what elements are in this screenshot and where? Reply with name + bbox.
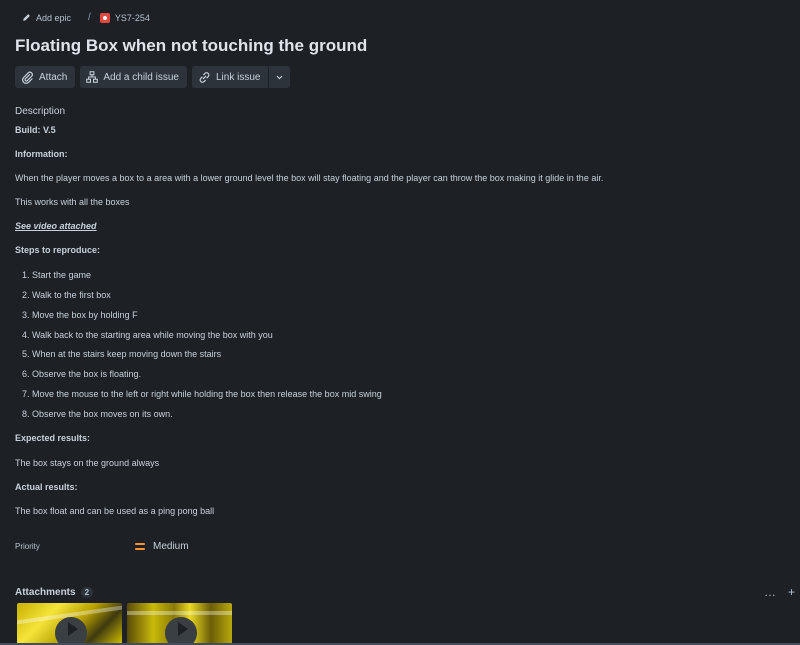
step-item: 1. Start the game: [22, 270, 92, 280]
play-icon[interactable]: [55, 617, 87, 645]
priority-label: Priority: [15, 542, 40, 551]
chevron-down-icon: [277, 75, 283, 79]
add-attachment-icon[interactable]: +: [788, 585, 795, 599]
link-issue-label: Link issue: [215, 71, 261, 83]
breadcrumb-separator: /: [88, 12, 91, 23]
step-item: 4. Walk back to the starting area while …: [22, 330, 273, 340]
more-actions-button[interactable]: [269, 66, 291, 88]
description-label: Description: [15, 106, 66, 117]
step-item: 7. Move the mouse to the left or right w…: [22, 389, 382, 399]
pencil-icon: [23, 14, 30, 21]
bug-icon: [99, 12, 110, 23]
priority-value-label: Medium: [153, 541, 189, 552]
add-child-issue-label: Add a child issue: [103, 71, 179, 83]
steps-heading: Steps to reproduce:: [15, 245, 101, 255]
priority-medium-icon: [135, 543, 145, 550]
attachments-header: Attachments 2: [15, 587, 94, 598]
expected-results-text: The box stays on the ground always: [15, 458, 160, 468]
step-item: 6. Observe the box is floating.: [22, 369, 142, 379]
attach-button[interactable]: Attach: [15, 66, 76, 88]
hierarchy-icon: [86, 71, 99, 83]
breadcrumb: Add epic / YS7-254: [22, 12, 150, 23]
add-epic-link[interactable]: Add epic: [22, 13, 71, 23]
step-item: 5. When at the stairs keep moving down t…: [22, 349, 222, 359]
actual-results-text: The box float and can be used as a ping …: [15, 506, 215, 516]
attachments-actions: … +: [764, 585, 795, 599]
issue-view: Add epic / YS7-254 Floating Box when not…: [0, 0, 800, 645]
issue-toolbar: Attach Add a child issue Link issue: [15, 66, 291, 88]
priority-field: Priority Medium: [15, 541, 189, 552]
step-item: 3. Move the box by holding F: [22, 310, 138, 320]
priority-value[interactable]: Medium: [135, 541, 189, 552]
issue-title[interactable]: Floating Box when not touching the groun…: [15, 36, 367, 56]
works-with-text: This works with all the boxes: [15, 197, 130, 207]
link-issue-button[interactable]: Link issue: [191, 66, 269, 88]
step-item: 8. Observe the box moves on its own.: [22, 409, 173, 419]
information-heading: Information:: [15, 149, 68, 159]
attachment-thumbnails: [17, 603, 232, 645]
issue-key-link[interactable]: YS7-254: [99, 12, 150, 23]
attachments-count-badge: 2: [80, 587, 94, 598]
attachment-thumbnail[interactable]: [127, 603, 232, 645]
link-icon: [199, 71, 210, 83]
play-icon[interactable]: [165, 617, 197, 645]
add-epic-label: Add epic: [36, 12, 72, 23]
issue-key: YS7-254: [114, 12, 150, 23]
paperclip-icon: [22, 71, 33, 84]
actual-results-heading: Actual results:: [15, 482, 78, 492]
thumbnail-detail: [127, 611, 232, 615]
link-issue-group: Link issue: [191, 66, 291, 88]
video-attached-link[interactable]: See video attached: [15, 221, 97, 231]
build-version: Build: V.5: [15, 125, 56, 135]
step-item: 2. Walk to the first box: [22, 290, 111, 300]
attachments-label: Attachments: [15, 587, 76, 598]
expected-results-heading: Expected results:: [15, 433, 91, 443]
more-options-icon[interactable]: …: [764, 585, 776, 599]
add-child-issue-button[interactable]: Add a child issue: [80, 66, 187, 88]
attachment-thumbnail[interactable]: [17, 603, 122, 645]
information-text: When the player moves a box to a area wi…: [15, 173, 604, 183]
attach-label: Attach: [39, 71, 68, 83]
